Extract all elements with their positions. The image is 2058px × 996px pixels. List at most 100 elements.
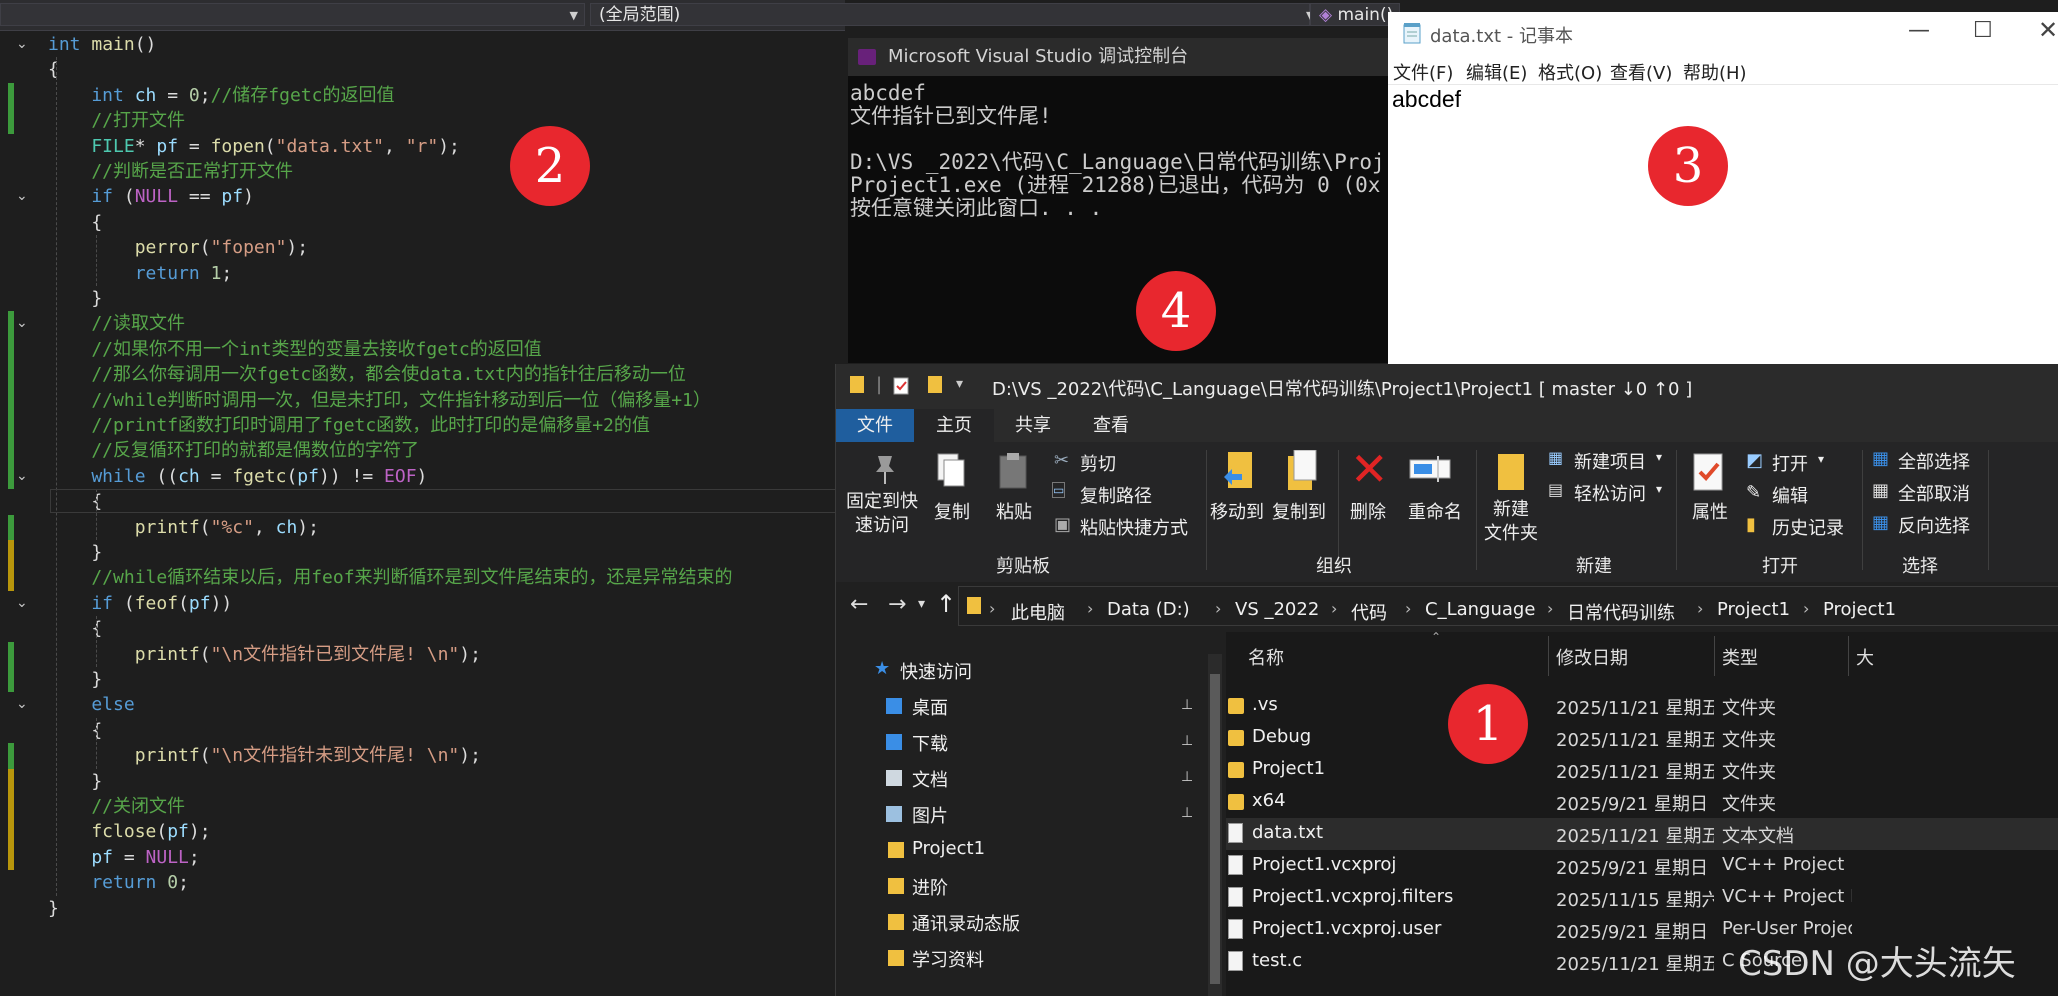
file-row[interactable]: Debug2025/11/21 星期五 1...文件夹: [1226, 722, 2058, 754]
code-line[interactable]: int ch = 0;//储存fgetc的返回值: [48, 83, 394, 108]
file-row[interactable]: Project1.vcxproj.filters 2025/11/15 星期六 1…: [1226, 882, 2058, 914]
crumb-project1-inner[interactable]: Project1: [1823, 599, 1896, 620]
properties-quick-icon[interactable]: [892, 376, 912, 396]
maximize-button[interactable]: ☐: [1973, 18, 1993, 43]
column-size[interactable]: 大: [1856, 644, 1874, 670]
fold-toggle-icon[interactable]: ⌄: [16, 315, 28, 331]
code-line[interactable]: //关闭文件: [48, 794, 185, 819]
file-row[interactable]: Project12025/11/21 星期五 1...文件夹: [1226, 754, 2058, 786]
code-line[interactable]: else: [48, 692, 134, 717]
column-type[interactable]: 类型: [1722, 644, 1758, 670]
nav-item[interactable]: 桌面 ⊥: [836, 692, 1201, 722]
code-line[interactable]: int main(): [48, 32, 156, 57]
code-line[interactable]: pf = NULL;: [48, 845, 199, 870]
crumb-daily-training[interactable]: 日常代码训练: [1567, 599, 1675, 625]
file-row[interactable]: x64 2025/9/21 星期日 15:... 文件夹: [1226, 786, 2058, 818]
fold-toggle-icon[interactable]: ⌄: [16, 188, 28, 204]
column-date[interactable]: 修改日期: [1556, 644, 1628, 670]
menu-view[interactable]: 查看(V): [1610, 59, 1672, 85]
file-row[interactable]: .vs2025/11/21 星期五 1...文件夹: [1226, 690, 2058, 722]
code-line[interactable]: fclose(pf);: [48, 819, 210, 844]
customize-toolbar-icon[interactable]: ▾: [956, 376, 963, 392]
navigation-scrollbar[interactable]: [1208, 654, 1222, 996]
project-dropdown[interactable]: ▼: [0, 3, 585, 26]
code-line[interactable]: //while循环结束以后，用feof来判断循环是到文件尾结束的，还是异常结束的: [48, 565, 732, 590]
fold-toggle-icon[interactable]: ⌄: [16, 595, 28, 611]
fold-toggle-icon[interactable]: ⌄: [16, 36, 28, 52]
breadcrumb[interactable]: › 此电脑 › Data (D:) › VS _2022 › 代码 › C_La…: [958, 586, 2058, 626]
close-button[interactable]: ✕: [2038, 16, 2058, 44]
menu-format[interactable]: 格式(O): [1538, 59, 1602, 85]
column-separator[interactable]: [1714, 636, 1715, 676]
code-line[interactable]: perror("fopen");: [48, 235, 308, 260]
crumb-project1[interactable]: Project1: [1717, 599, 1790, 620]
pin-icon[interactable]: ⊥: [1181, 697, 1193, 713]
code-line[interactable]: //读取文件: [48, 311, 185, 336]
minimize-button[interactable]: —: [1908, 18, 1930, 43]
code-line[interactable]: printf("\n文件指针已到文件尾! \n");: [48, 642, 481, 667]
code-area[interactable]: int main(){ int ch = 0;//储存fgetc的返回值 //打…: [0, 32, 845, 996]
code-line[interactable]: FILE* pf = fopen("data.txt", "r");: [48, 134, 460, 159]
code-line[interactable]: while ((ch = fgetc(pf)) != EOF): [48, 464, 427, 489]
tab-view[interactable]: 查看: [1072, 409, 1150, 442]
code-line[interactable]: }: [48, 896, 59, 921]
nav-item[interactable]: ★ 快速访问: [836, 656, 1201, 686]
nav-item[interactable]: 图片 ⊥: [836, 800, 1201, 830]
code-line[interactable]: if (NULL == pf): [48, 184, 254, 209]
function-dropdown[interactable]: ◈ main(): [1310, 3, 1400, 26]
nav-item[interactable]: 文档 ⊥: [836, 764, 1201, 794]
fold-toggle-icon[interactable]: ⌄: [16, 696, 28, 712]
notepad-text-content[interactable]: abcdef: [1392, 86, 1461, 113]
scope-dropdown[interactable]: (全局范围)▼: [590, 3, 1314, 26]
column-separator[interactable]: [1548, 636, 1549, 676]
crumb-vs2022[interactable]: VS _2022: [1235, 599, 1319, 620]
code-line[interactable]: //printf函数打印时调用了fgetc函数，此时打印的是偏移量+2的值: [48, 413, 650, 438]
pin-icon[interactable]: ⊥: [1181, 733, 1193, 749]
up-button[interactable]: ↑: [936, 590, 956, 618]
fold-toggle-icon[interactable]: ⌄: [16, 468, 28, 484]
column-separator[interactable]: [1848, 636, 1849, 676]
pin-icon[interactable]: ⊥: [1181, 805, 1193, 821]
file-explorer-window[interactable]: | ▾ D:\VS _2022\代码\C_Language\日常代码训练\Pro…: [835, 364, 2058, 996]
tab-home[interactable]: 主页: [914, 409, 994, 442]
code-line[interactable]: return 1;: [48, 261, 233, 286]
column-name[interactable]: 名称: [1248, 644, 1284, 670]
code-line[interactable]: //while判断时调用一次，但是未打印，文件指针移动到后一位（偏移量+1）: [48, 388, 711, 413]
nav-item[interactable]: 进阶: [836, 872, 1201, 902]
code-editor[interactable]: ▼ (全局范围)▼ int main(){ int ch = 0;//储存fge…: [0, 0, 1314, 996]
file-row[interactable]: Project1.vcxproj 2025/9/21 星期日 15:... VC++…: [1226, 850, 2058, 882]
back-button[interactable]: ←: [850, 592, 868, 617]
crumb-c-language[interactable]: C_Language: [1425, 599, 1535, 620]
nav-item[interactable]: 通讯录动态版: [836, 908, 1201, 938]
menu-help[interactable]: 帮助(H): [1683, 59, 1747, 85]
nav-item[interactable]: 下载 ⊥: [836, 728, 1201, 758]
tab-file[interactable]: 文件: [836, 409, 914, 442]
code-line[interactable]: //如果你不用一个int类型的变量去接收fgetc的返回值: [48, 337, 541, 362]
code-line[interactable]: //反复循环打印的就都是偶数位的字符了: [48, 438, 419, 463]
crumb-this-pc[interactable]: 此电脑: [1011, 599, 1065, 625]
recent-locations-button[interactable]: ▾: [918, 596, 925, 612]
menu-file[interactable]: 文件(F): [1393, 59, 1453, 85]
crumb-code[interactable]: 代码: [1351, 599, 1387, 625]
nav-item[interactable]: 学习资料: [836, 944, 1201, 974]
navigation-pane[interactable]: ★ 快速访问桌面 ⊥ 下载 ⊥ 文档 ⊥ 图片 ⊥ Project1 进阶通讯录动态版 学习资料: [836, 632, 1201, 996]
crumb-drive[interactable]: Data (D:): [1107, 599, 1190, 620]
code-line[interactable]: printf("%c", ch);: [48, 515, 319, 540]
code-line[interactable]: //判断是否正常打开文件: [48, 159, 293, 184]
file-row[interactable]: data.txt 2025/11/21 星期五 1... 文本文档: [1226, 818, 2058, 850]
new-folder-quick-icon[interactable]: [928, 376, 942, 393]
menu-edit[interactable]: 编辑(E): [1466, 59, 1527, 85]
scrollbar-thumb[interactable]: [1210, 674, 1220, 984]
code-line[interactable]: //打开文件: [48, 108, 185, 133]
nav-item[interactable]: Project1: [836, 836, 1201, 866]
tab-share[interactable]: 共享: [994, 409, 1072, 442]
code-line[interactable]: printf("\n文件指针未到文件尾! \n");: [48, 743, 481, 768]
forward-button[interactable]: →: [888, 592, 906, 617]
code-line[interactable]: return 0;: [48, 870, 189, 895]
notepad-window[interactable]: data.txt - 记事本 — ☐ ✕ 文件(F) 编辑(E) 格式(O) 查…: [1388, 12, 2058, 364]
code-line[interactable]: if (feof(pf)): [48, 591, 232, 616]
debug-console-window[interactable]: Microsoft Visual Studio 调试控制台 abcdef 文件指…: [848, 38, 1388, 363]
code-line[interactable]: {: [48, 57, 59, 82]
pin-icon[interactable]: ⊥: [1181, 769, 1193, 785]
code-line[interactable]: //那么你每调用一次fgetc函数，都会使data.txt内的指针往后移动一位: [48, 362, 686, 387]
